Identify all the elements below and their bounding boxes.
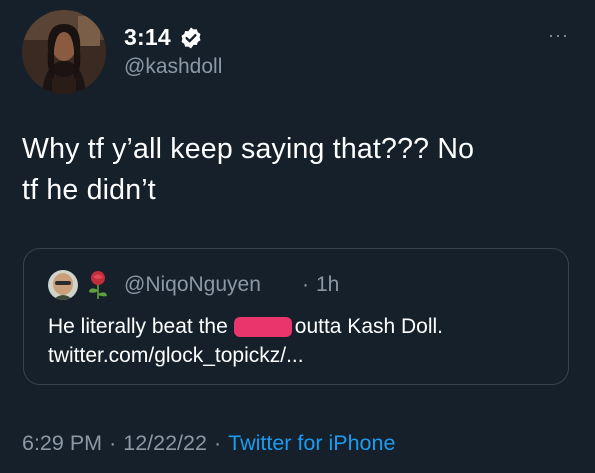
verified-badge-icon <box>181 27 201 48</box>
author-name-row[interactable]: 3:14 <box>124 24 203 51</box>
tweet-card: 3:14 @kashdoll ··· Why tf y’all keep say… <box>0 0 595 473</box>
quoted-text-after: outta Kash Doll. <box>294 315 444 338</box>
redaction-mark <box>233 317 292 337</box>
quoted-timestamp[interactable]: 1h <box>316 273 339 297</box>
author-display-name[interactable]: 3:14 <box>124 24 171 51</box>
quoted-author-avatar[interactable] <box>48 270 78 300</box>
more-options-icon[interactable]: ··· <box>548 25 569 46</box>
tweet-time[interactable]: 6:29 PM <box>22 431 102 456</box>
quoted-text-line: He literally beat the outta Kash Doll. <box>48 315 443 339</box>
tweet-metadata: 6:29 PM · 12/22/22 · Twitter for iPhone <box>22 431 395 456</box>
meta-separator: · <box>213 431 222 455</box>
quoted-text-before: He literally beat the <box>48 315 228 338</box>
quoted-link[interactable]: twitter.com/glock_topickz/... <box>48 344 304 368</box>
tweet-source-link[interactable]: Twitter for iPhone <box>228 431 395 456</box>
author-avatar[interactable] <box>22 10 106 94</box>
quoted-tweet[interactable]: @NiqoNguyen · 1h He literally beat the o… <box>23 248 569 385</box>
avatar-photo-icon <box>22 10 106 94</box>
quoted-author-handle[interactable]: @NiqoNguyen <box>124 273 261 297</box>
quoted-separator: · <box>302 273 309 296</box>
rose-emoji-icon <box>89 271 107 299</box>
meta-separator: · <box>109 431 117 455</box>
tweet-date[interactable]: 12/22/22 <box>123 431 207 456</box>
quoted-avatar-photo-icon <box>48 270 78 300</box>
author-handle[interactable]: @kashdoll <box>124 55 222 79</box>
tweet-text: Why tf y’all keep saying that??? No tf h… <box>22 133 475 206</box>
